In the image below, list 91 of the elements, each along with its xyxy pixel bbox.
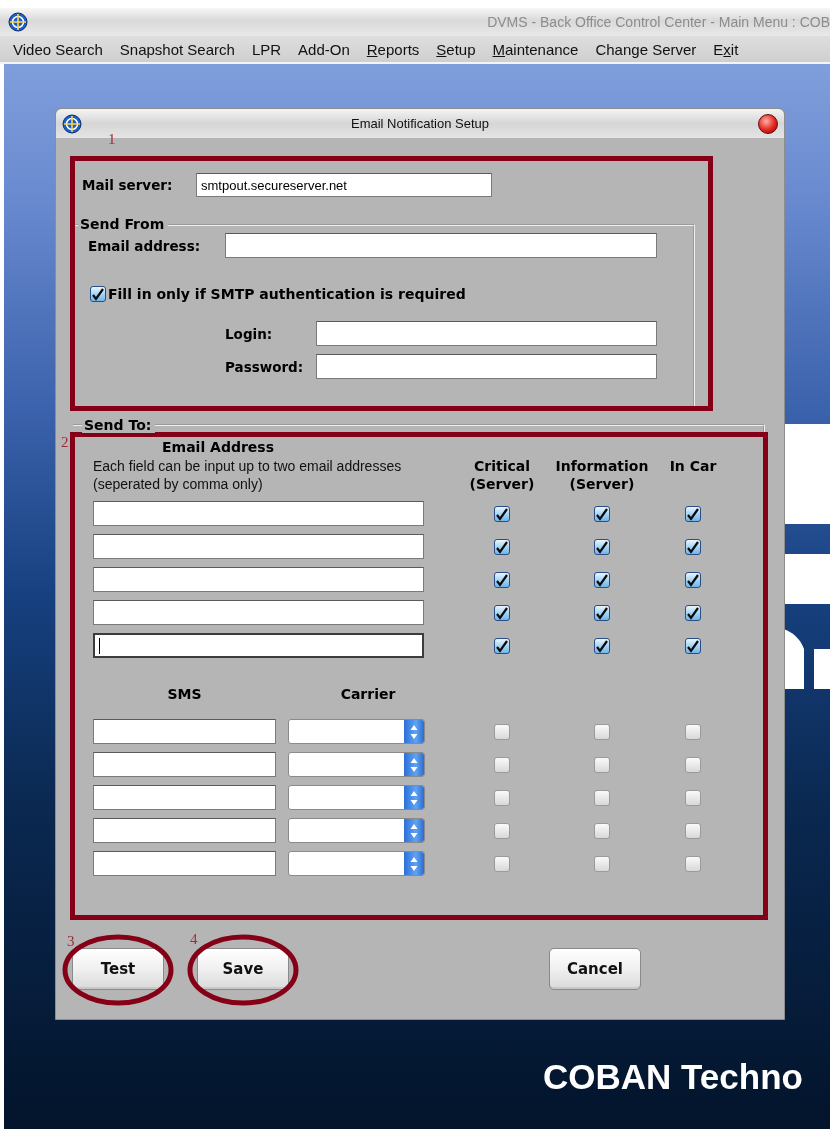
checkbox[interactable]: [494, 571, 510, 588]
carrier-dropdown[interactable]: [288, 752, 425, 777]
annotation-number: 1: [108, 131, 116, 148]
input-field[interactable]: [93, 567, 424, 592]
carrier-dropdown[interactable]: [288, 818, 425, 843]
save-button[interactable]: Save: [197, 948, 289, 990]
column-header: Carrier: [340, 686, 396, 702]
input-field[interactable]: [93, 818, 276, 843]
checkbox[interactable]: [594, 822, 610, 839]
cancel-button[interactable]: Cancel: [549, 948, 641, 990]
menu-item[interactable]: Exit: [713, 40, 739, 58]
checkbox[interactable]: [685, 855, 701, 872]
carrier-dropdown[interactable]: [288, 851, 425, 876]
input-field[interactable]: [316, 321, 657, 346]
input-field[interactable]: [316, 354, 657, 379]
checkbox[interactable]: [685, 538, 701, 555]
checkbox[interactable]: [594, 723, 610, 740]
test-button[interactable]: Test: [72, 948, 164, 990]
input-field[interactable]: [93, 785, 276, 810]
group-legend: Send From: [78, 216, 169, 232]
column-header: Critical (Server): [468, 457, 536, 493]
spinner-arrows-icon: [410, 756, 418, 773]
checkbox[interactable]: [685, 571, 701, 588]
checkbox[interactable]: [494, 505, 510, 522]
column-header: Email Address: [162, 439, 274, 455]
input-field[interactable]: [225, 233, 657, 258]
checkbox[interactable]: [594, 604, 610, 621]
checkbox[interactable]: [594, 538, 610, 555]
checkbox[interactable]: [594, 505, 610, 522]
spinner-arrows-icon: [410, 855, 418, 872]
annotation-number: 3: [67, 933, 75, 950]
carrier-dropdown[interactable]: [288, 719, 425, 744]
checkbox[interactable]: [685, 505, 701, 522]
checkbox[interactable]: [594, 756, 610, 773]
column-header: In Car: [668, 457, 718, 475]
input-field[interactable]: [93, 501, 424, 526]
checkbox[interactable]: [685, 637, 701, 654]
checkbox-label: Fill in only if SMTP authentication is required: [108, 286, 466, 302]
menu-item[interactable]: Setup: [436, 40, 476, 58]
close-icon[interactable]: [758, 113, 778, 134]
app-logo-icon: [62, 113, 82, 134]
annotation-number: 2: [61, 434, 69, 451]
checkbox[interactable]: [685, 604, 701, 621]
checkbox[interactable]: [494, 822, 510, 839]
menu-item[interactable]: Reports: [366, 40, 420, 58]
column-header: Information (Server): [554, 457, 650, 493]
menu-item[interactable]: Maintenance: [492, 40, 579, 58]
app-logo-icon: [8, 12, 28, 32]
input-field[interactable]: [93, 719, 276, 744]
checkbox[interactable]: [494, 756, 510, 773]
checkbox[interactable]: [594, 855, 610, 872]
checkbox[interactable]: [494, 855, 510, 872]
menu-item[interactable]: LPR: [251, 40, 282, 58]
field-label: Password:: [225, 358, 305, 375]
window-title: DVMS - Back Office Control Center - Main Menu : COB: [486, 14, 830, 30]
annotation-number: 4: [190, 931, 198, 948]
menu-item[interactable]: Add-On: [298, 40, 350, 58]
spinner-arrows-icon: [410, 789, 418, 806]
checkbox[interactable]: [685, 822, 701, 839]
checkbox[interactable]: [494, 637, 510, 654]
input-field[interactable]: [93, 600, 424, 625]
menu-item[interactable]: Video Search: [13, 40, 103, 58]
checkbox[interactable]: [594, 789, 610, 806]
input-field[interactable]: [93, 851, 276, 876]
spinner-arrows-icon: [410, 723, 418, 740]
checkbox[interactable]: [494, 789, 510, 806]
checkbox[interactable]: [494, 723, 510, 740]
input-field[interactable]: [93, 534, 424, 559]
checkbox[interactable]: [594, 571, 610, 588]
input-field[interactable]: [93, 752, 276, 777]
hint-text: Each field can be input up to two email addresses (seperated by comma only): [93, 457, 403, 493]
field-label: Login:: [225, 325, 274, 342]
checkbox[interactable]: [685, 789, 701, 806]
spinner-arrows-icon: [410, 822, 418, 839]
wallpaper-text: COBAN Techno: [543, 1057, 803, 1097]
menu-item[interactable]: Change Server: [595, 40, 697, 58]
checkbox[interactable]: [685, 723, 701, 740]
checkbox[interactable]: [90, 286, 106, 302]
column-header: SMS: [167, 686, 202, 702]
group-legend: Send To:: [82, 417, 156, 433]
field-label: Mail server:: [82, 177, 174, 193]
checkbox[interactable]: [494, 538, 510, 555]
checkbox[interactable]: [594, 637, 610, 654]
carrier-dropdown[interactable]: [288, 785, 425, 810]
checkbox[interactable]: [685, 756, 701, 773]
input-field[interactable]: [93, 633, 424, 658]
input-field[interactable]: smtpout.secureserver.net: [196, 173, 492, 197]
menu-item[interactable]: Snapshot Search: [119, 40, 235, 58]
dialog-title: Email Notification Setup: [350, 116, 490, 131]
field-label: Email address:: [88, 237, 202, 254]
checkbox[interactable]: [494, 604, 510, 621]
